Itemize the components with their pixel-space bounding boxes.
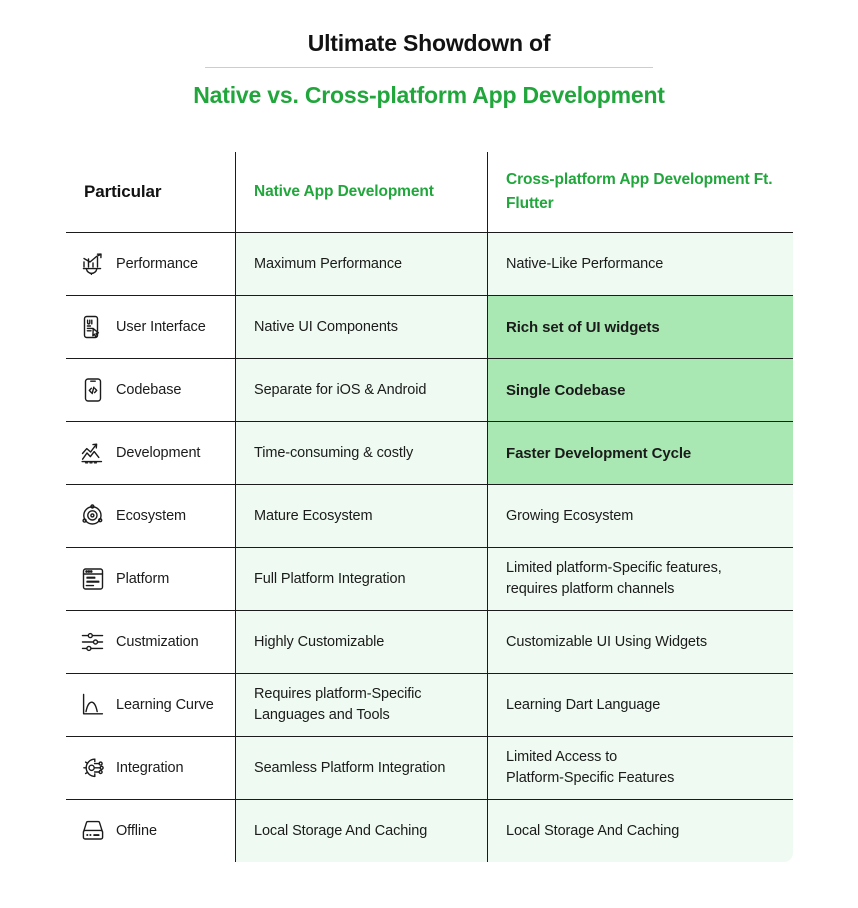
row-label-text: Learning Curve [116, 696, 214, 713]
table-row: Platform Full Platform Integration Limited… [66, 547, 793, 611]
native-cell-text: Local Storage And Caching [254, 822, 428, 839]
cross-platform-cell: Native-Like Performance [487, 232, 793, 296]
table-row: Custmization Highly Customizable Customiza… [66, 610, 793, 674]
table-row: Integration Seamless Platform Integration… [66, 736, 793, 800]
cross-platform-cell-text: Learning Dart Language [506, 696, 661, 713]
native-cell: Mature Ecosystem [235, 484, 488, 548]
title-divider [205, 67, 653, 68]
cross-platform-cell: Learning Dart Language [487, 673, 793, 737]
column-header-cross-platform-label: Cross-platform App Development Ft. Flutt… [506, 171, 773, 212]
native-cell: Highly Customizable [235, 610, 488, 674]
table-row: Ecosystem Mature Ecosystem Growing Ecosyst… [66, 484, 793, 548]
table-header-row: Particular Native App Development Cross-… [66, 152, 793, 233]
cross-platform-cell: Limited Access to Platform-Specific Feat… [487, 736, 793, 800]
native-cell: Native UI Components [235, 295, 488, 359]
cross-platform-cell-text: Local Storage And Caching [506, 822, 680, 839]
cross-platform-cell-text: Rich set of UI widgets [506, 318, 660, 336]
row-label-cell: Development [66, 421, 236, 485]
ui-phone-cursor-icon [80, 314, 106, 340]
row-label-text: Codebase [116, 381, 182, 398]
column-header-native-label: Native App Development [254, 183, 434, 200]
row-label-cell: Custmization [66, 610, 236, 674]
row-label-cell: User Interface [66, 295, 236, 359]
column-header-particular-label: Particular [84, 182, 162, 201]
row-label-cell: Performance [66, 232, 236, 296]
title-block: Ultimate Showdown of Native vs. Cross-pl… [0, 0, 858, 110]
row-label-text: Offline [116, 822, 157, 839]
row-label-cell: Learning Curve [66, 673, 236, 737]
column-header-cross-platform: Cross-platform App Development Ft. Flutt… [487, 152, 793, 233]
gear-nodes-icon [80, 755, 106, 781]
row-label-text: Integration [116, 759, 184, 776]
table-row: Performance Maximum Performance Native-Lik… [66, 232, 793, 296]
row-label-cell: Codebase [66, 358, 236, 422]
table-body: Performance Maximum Performance Native-Lik… [66, 232, 793, 862]
page-title-line1: Ultimate Showdown of [307, 30, 551, 56]
table-header: Particular Native App Development Cross-… [66, 152, 793, 233]
cross-platform-cell-text: Limited Access to Platform-Specific Feat… [506, 749, 675, 786]
comparison-table-wrapper: Particular Native App Development Cross-… [65, 151, 794, 863]
cross-platform-cell: Growing Ecosystem [487, 484, 793, 548]
curve-graph-icon [80, 692, 106, 718]
table-row: User Interface Native UI Components Rich s… [66, 295, 793, 359]
cross-platform-cell-text: Single Codebase [506, 381, 626, 399]
cross-platform-cell-text: Growing Ecosystem [506, 507, 634, 524]
comparison-table: Particular Native App Development Cross-… [65, 151, 794, 863]
cross-platform-cell-highlighted: Faster Development Cycle [487, 421, 793, 485]
row-label-text: Platform [116, 570, 170, 587]
row-label-text: Custmization [116, 633, 199, 650]
native-cell-text: Requires platform-Specific Languages and… [254, 686, 422, 723]
native-cell-text: Full Platform Integration [254, 570, 406, 587]
native-cell: Time-consuming & costly [235, 421, 488, 485]
table-row: Learning Curve Requires platform-Specific… [66, 673, 793, 737]
cross-platform-cell-text: Faster Development Cycle [506, 444, 692, 462]
cross-platform-cell-text: Native-Like Performance [506, 255, 664, 272]
native-cell-text: Seamless Platform Integration [254, 759, 446, 776]
row-label-cell: Integration [66, 736, 236, 800]
cross-platform-cell-text: Customizable UI Using Widgets [506, 633, 707, 650]
native-cell-text: Native UI Components [254, 318, 398, 335]
row-label-text: Development [116, 444, 201, 461]
sliders-icon [80, 629, 106, 655]
growth-arrow-icon [80, 440, 106, 466]
native-cell-text: Time-consuming & costly [254, 444, 414, 461]
column-header-native: Native App Development [235, 152, 488, 233]
row-label-cell: Platform [66, 547, 236, 611]
cross-platform-cell-highlighted: Single Codebase [487, 358, 793, 422]
cross-platform-cell: Customizable UI Using Widgets [487, 610, 793, 674]
page-title-line2: Native vs. Cross-platform App Developmen… [193, 82, 665, 108]
cross-platform-cell-text: Limited platform-Specific features, requ… [506, 560, 722, 597]
column-header-particular: Particular [66, 152, 236, 233]
row-label-cell: Ecosystem [66, 484, 236, 548]
native-cell: Seamless Platform Integration [235, 736, 488, 800]
phone-code-icon [80, 377, 106, 403]
table-row: Codebase Separate for iOS & Android Single… [66, 358, 793, 422]
native-cell: Maximum Performance [235, 232, 488, 296]
table-row: Offline Local Storage And Caching Local St… [66, 799, 793, 862]
native-cell: Separate for iOS & Android [235, 358, 488, 422]
row-label-text: User Interface [116, 318, 206, 335]
native-cell: Local Storage And Caching [235, 799, 488, 862]
hard-drive-icon [80, 818, 106, 844]
performance-chart-icon [80, 251, 106, 277]
native-cell: Full Platform Integration [235, 547, 488, 611]
native-cell-text: Separate for iOS & Android [254, 381, 427, 398]
comparison-infographic: Ultimate Showdown of Native vs. Cross-pl… [0, 0, 858, 908]
atom-orbit-icon [80, 503, 106, 529]
browser-window-icon [80, 566, 106, 592]
native-cell: Requires platform-Specific Languages and… [235, 673, 488, 737]
cross-platform-cell: Limited platform-Specific features, requ… [487, 547, 793, 611]
table-row: Development Time-consuming & costly Faster… [66, 421, 793, 485]
native-cell-text: Highly Customizable [254, 633, 385, 650]
row-label-text: Performance [116, 255, 198, 272]
native-cell-text: Maximum Performance [254, 255, 402, 272]
cross-platform-cell-highlighted: Rich set of UI widgets [487, 295, 793, 359]
row-label-cell: Offline [66, 799, 236, 862]
native-cell-text: Mature Ecosystem [254, 507, 373, 524]
cross-platform-cell: Local Storage And Caching [487, 799, 793, 862]
row-label-text: Ecosystem [116, 507, 187, 524]
